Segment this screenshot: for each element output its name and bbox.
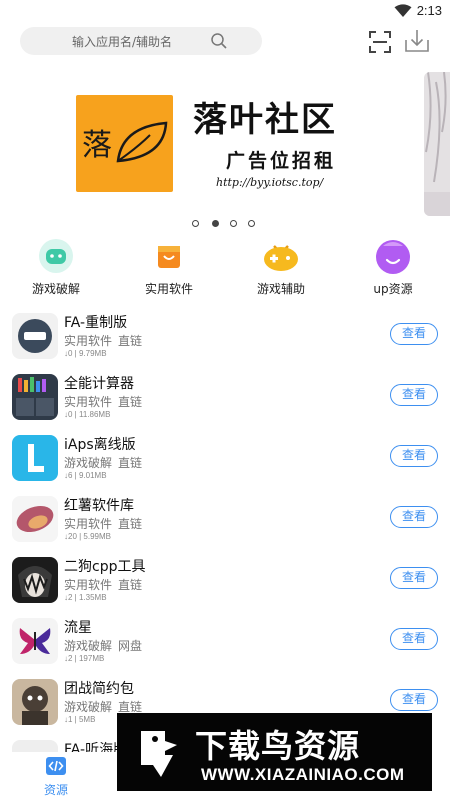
app-stats: ↓0 | 9.79MB <box>64 349 107 358</box>
app-name: iAps离线版 <box>64 437 136 453</box>
app-name: 全能计算器 <box>64 376 134 392</box>
category-game-crack[interactable]: 游戏破解 <box>16 236 96 297</box>
gamepad-icon <box>36 236 76 276</box>
app-stats: ↓0 | 11.86MB <box>64 410 111 419</box>
app-meta: 实用软件 直链 <box>64 334 143 348</box>
app-meta: 实用软件 直链 <box>64 395 143 409</box>
bird-logo-icon <box>141 731 177 777</box>
carousel-dot-active[interactable] <box>212 220 219 227</box>
wifi-icon <box>394 4 412 17</box>
leaf-icon <box>116 121 168 163</box>
carousel-dot[interactable] <box>192 220 199 227</box>
view-button[interactable]: 查看 <box>390 628 438 650</box>
category-up-resources[interactable]: up资源 <box>353 236 433 297</box>
view-button[interactable]: 查看 <box>390 506 438 528</box>
download-icon[interactable] <box>403 28 431 54</box>
watermark-overlay: 下载鸟资源 WWW.XIAZAINIAO.COM <box>117 713 432 791</box>
app-list-item[interactable]: FA-重制版 实用软件 直链 ↓0 | 9.79MB 查看 <box>0 311 450 371</box>
app-stats: ↓1 | 5MB <box>64 715 96 724</box>
view-button[interactable]: 查看 <box>390 689 438 711</box>
view-button[interactable]: 查看 <box>390 445 438 467</box>
category-label: 实用软件 <box>144 282 193 296</box>
view-button[interactable]: 查看 <box>390 384 438 406</box>
banner-ad[interactable]: 落 落叶社区 广告位招租 http://byy.iotsc.top/ <box>68 72 416 216</box>
app-meta: 游戏破解 网盘 <box>64 639 143 653</box>
app-name: 红薯软件库 <box>64 498 134 514</box>
app-stats: ↓20 | 5.99MB <box>64 532 111 541</box>
app-stats: ↓2 | 197MB <box>64 654 105 663</box>
logo-character: 落 <box>82 128 112 163</box>
app-stats: ↓6 | 9.01MB <box>64 471 107 480</box>
search-input[interactable]: 输入应用名/辅助名 <box>20 27 262 55</box>
app-list-item[interactable]: iAps离线版 游戏破解 直链 ↓6 | 9.01MB 查看 <box>0 433 450 493</box>
tab-resources[interactable]: 资源 <box>36 756 76 798</box>
app-name: 流星 <box>64 620 92 636</box>
banner-next-peek[interactable] <box>424 72 450 216</box>
scan-icon[interactable] <box>368 30 392 54</box>
view-button[interactable]: 查看 <box>390 323 438 345</box>
app-icon-fa <box>12 313 58 359</box>
status-time: 2:13 <box>416 3 442 18</box>
game-controller-icon <box>261 236 301 276</box>
banner-url: http://byy.iotsc.top/ <box>216 176 324 189</box>
category-game-assist[interactable]: 游戏辅助 <box>241 236 321 297</box>
view-button[interactable]: 查看 <box>390 567 438 589</box>
status-bar: 2:13 <box>0 0 450 24</box>
app-stats: ↓2 | 1.35MB <box>64 593 107 602</box>
app-name: 二狗cpp工具 <box>64 559 146 575</box>
app-icon-calculator <box>12 374 58 420</box>
app-name: 团战简约包 <box>64 681 134 697</box>
app-meta: 实用软件 直链 <box>64 517 143 531</box>
watermark-url: WWW.XIAZAINIAO.COM <box>201 765 405 784</box>
app-icon-sweet-potato <box>12 496 58 542</box>
banner-subtitle: 广告位招租 <box>226 150 337 172</box>
tab-label: 资源 <box>43 783 68 797</box>
anime-art-image <box>424 72 450 216</box>
category-label: 游戏辅助 <box>256 282 305 296</box>
banner-title: 落叶社区 <box>193 100 337 140</box>
shopping-bag-icon <box>149 236 189 276</box>
carousel-dot[interactable] <box>230 220 237 227</box>
search-icon <box>211 33 227 49</box>
carousel-dot[interactable] <box>248 220 255 227</box>
app-list-item[interactable]: 红薯软件库 实用软件 直链 ↓20 | 5.99MB 查看 <box>0 494 450 554</box>
smile-blob-icon <box>373 236 413 276</box>
search-placeholder: 输入应用名/辅助名 <box>72 35 173 49</box>
app-meta: 实用软件 直链 <box>64 578 143 592</box>
app-list-item[interactable]: 流星 游戏破解 网盘 ↓2 | 197MB 查看 <box>0 616 450 676</box>
app-list-item[interactable]: 二狗cpp工具 实用软件 直链 ↓2 | 1.35MB 查看 <box>0 555 450 615</box>
app-icon-ergou <box>12 557 58 603</box>
category-utility[interactable]: 实用软件 <box>129 236 209 297</box>
app-meta: 游戏破解 直链 <box>64 456 143 470</box>
app-name: FA-重制版 <box>64 315 128 331</box>
app-icon-iaps <box>12 435 58 481</box>
banner-logo: 落 <box>76 95 173 192</box>
category-label: up资源 <box>373 282 413 296</box>
app-icon-butterfly <box>12 618 58 664</box>
watermark-title: 下载鸟资源 <box>195 727 361 765</box>
code-icon <box>46 757 66 775</box>
category-label: 游戏破解 <box>31 282 80 296</box>
app-icon-character <box>12 679 58 725</box>
app-list-item[interactable]: 全能计算器 实用软件 直链 ↓0 | 11.86MB 查看 <box>0 372 450 432</box>
